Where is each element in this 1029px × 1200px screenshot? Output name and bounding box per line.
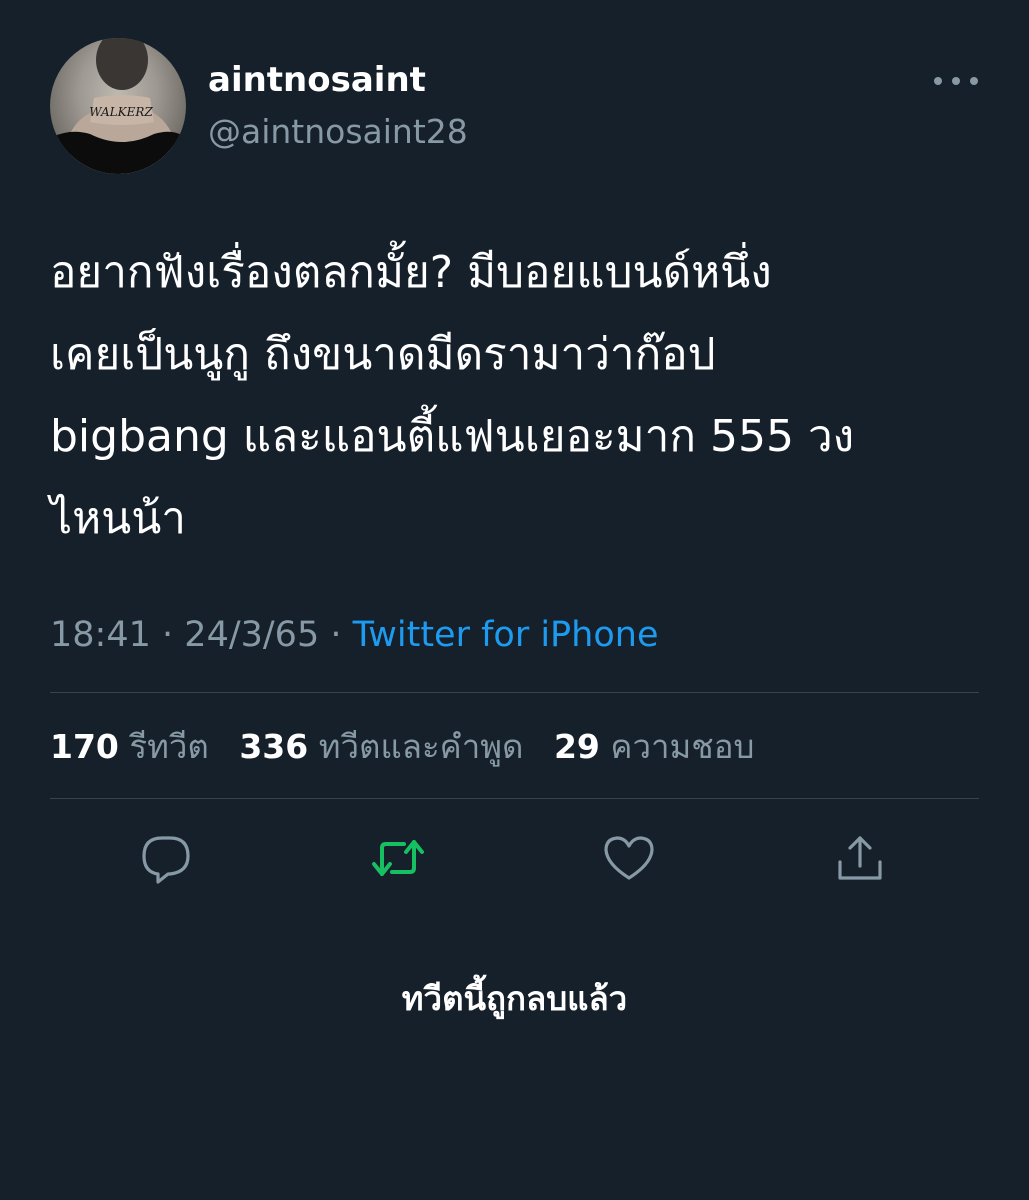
tweet-text: อยากฟังเรื่องตลกมั้ย? มีบอยแบนด์หนึ่ง เค… xyxy=(50,247,855,544)
retweets-stat[interactable]: 170 รีทวีต xyxy=(50,727,209,766)
like-button[interactable] xyxy=(601,830,657,886)
divider xyxy=(50,692,979,693)
divider xyxy=(50,798,979,799)
tweet-date: 24/3/65 xyxy=(184,615,320,655)
action-bar xyxy=(0,822,1029,892)
likes-count: 29 xyxy=(553,727,600,766)
reply-button[interactable] xyxy=(138,830,194,886)
share-icon xyxy=(838,836,882,880)
retweets-label: รีทวีต xyxy=(129,727,209,766)
more-dot-icon xyxy=(952,77,960,85)
retweet-icon xyxy=(372,840,424,876)
tweet-meta: 18:41 · 24/3/65 · Twitter for iPhone xyxy=(50,608,658,662)
tweet-deleted-notice: ทวีตนี้ถูกลบแล้ว xyxy=(401,979,628,1018)
tweet-time: 18:41 xyxy=(50,615,151,655)
quotes-count: 336 xyxy=(239,727,309,766)
meta-separator: · xyxy=(330,615,342,655)
tweet-stats: 170 รีทวีต 336 ทวีตและคำพูด 29 ความชอบ xyxy=(50,720,774,774)
quotes-label: ทวีตและคำพูด xyxy=(318,727,524,766)
more-dot-icon xyxy=(934,77,942,85)
retweets-count: 170 xyxy=(50,727,119,766)
heart-icon xyxy=(604,836,654,880)
tattoo-text: WALKERZ xyxy=(89,105,153,119)
avatar-image: WALKERZ xyxy=(50,38,186,174)
more-options-button[interactable] xyxy=(934,66,978,96)
quotes-stat[interactable]: 336 ทวีตและคำพูด xyxy=(239,727,523,766)
meta-separator: · xyxy=(162,615,174,655)
likes-stat[interactable]: 29 ความชอบ xyxy=(554,727,755,766)
likes-label: ความชอบ xyxy=(610,727,755,766)
more-dot-icon xyxy=(970,77,978,85)
retweet-button[interactable] xyxy=(370,830,426,886)
user-handle[interactable]: @aintnosaint28 xyxy=(208,110,468,154)
avatar[interactable]: WALKERZ xyxy=(50,38,186,174)
display-name[interactable]: aintnosaint xyxy=(208,58,426,102)
share-button[interactable] xyxy=(832,830,888,886)
tweet-detail: WALKERZ aintnosaint @aintnosaint28 อยากฟ… xyxy=(0,0,1029,1200)
reply-icon xyxy=(142,836,190,884)
tweet-source-link[interactable]: Twitter for iPhone xyxy=(353,615,659,655)
